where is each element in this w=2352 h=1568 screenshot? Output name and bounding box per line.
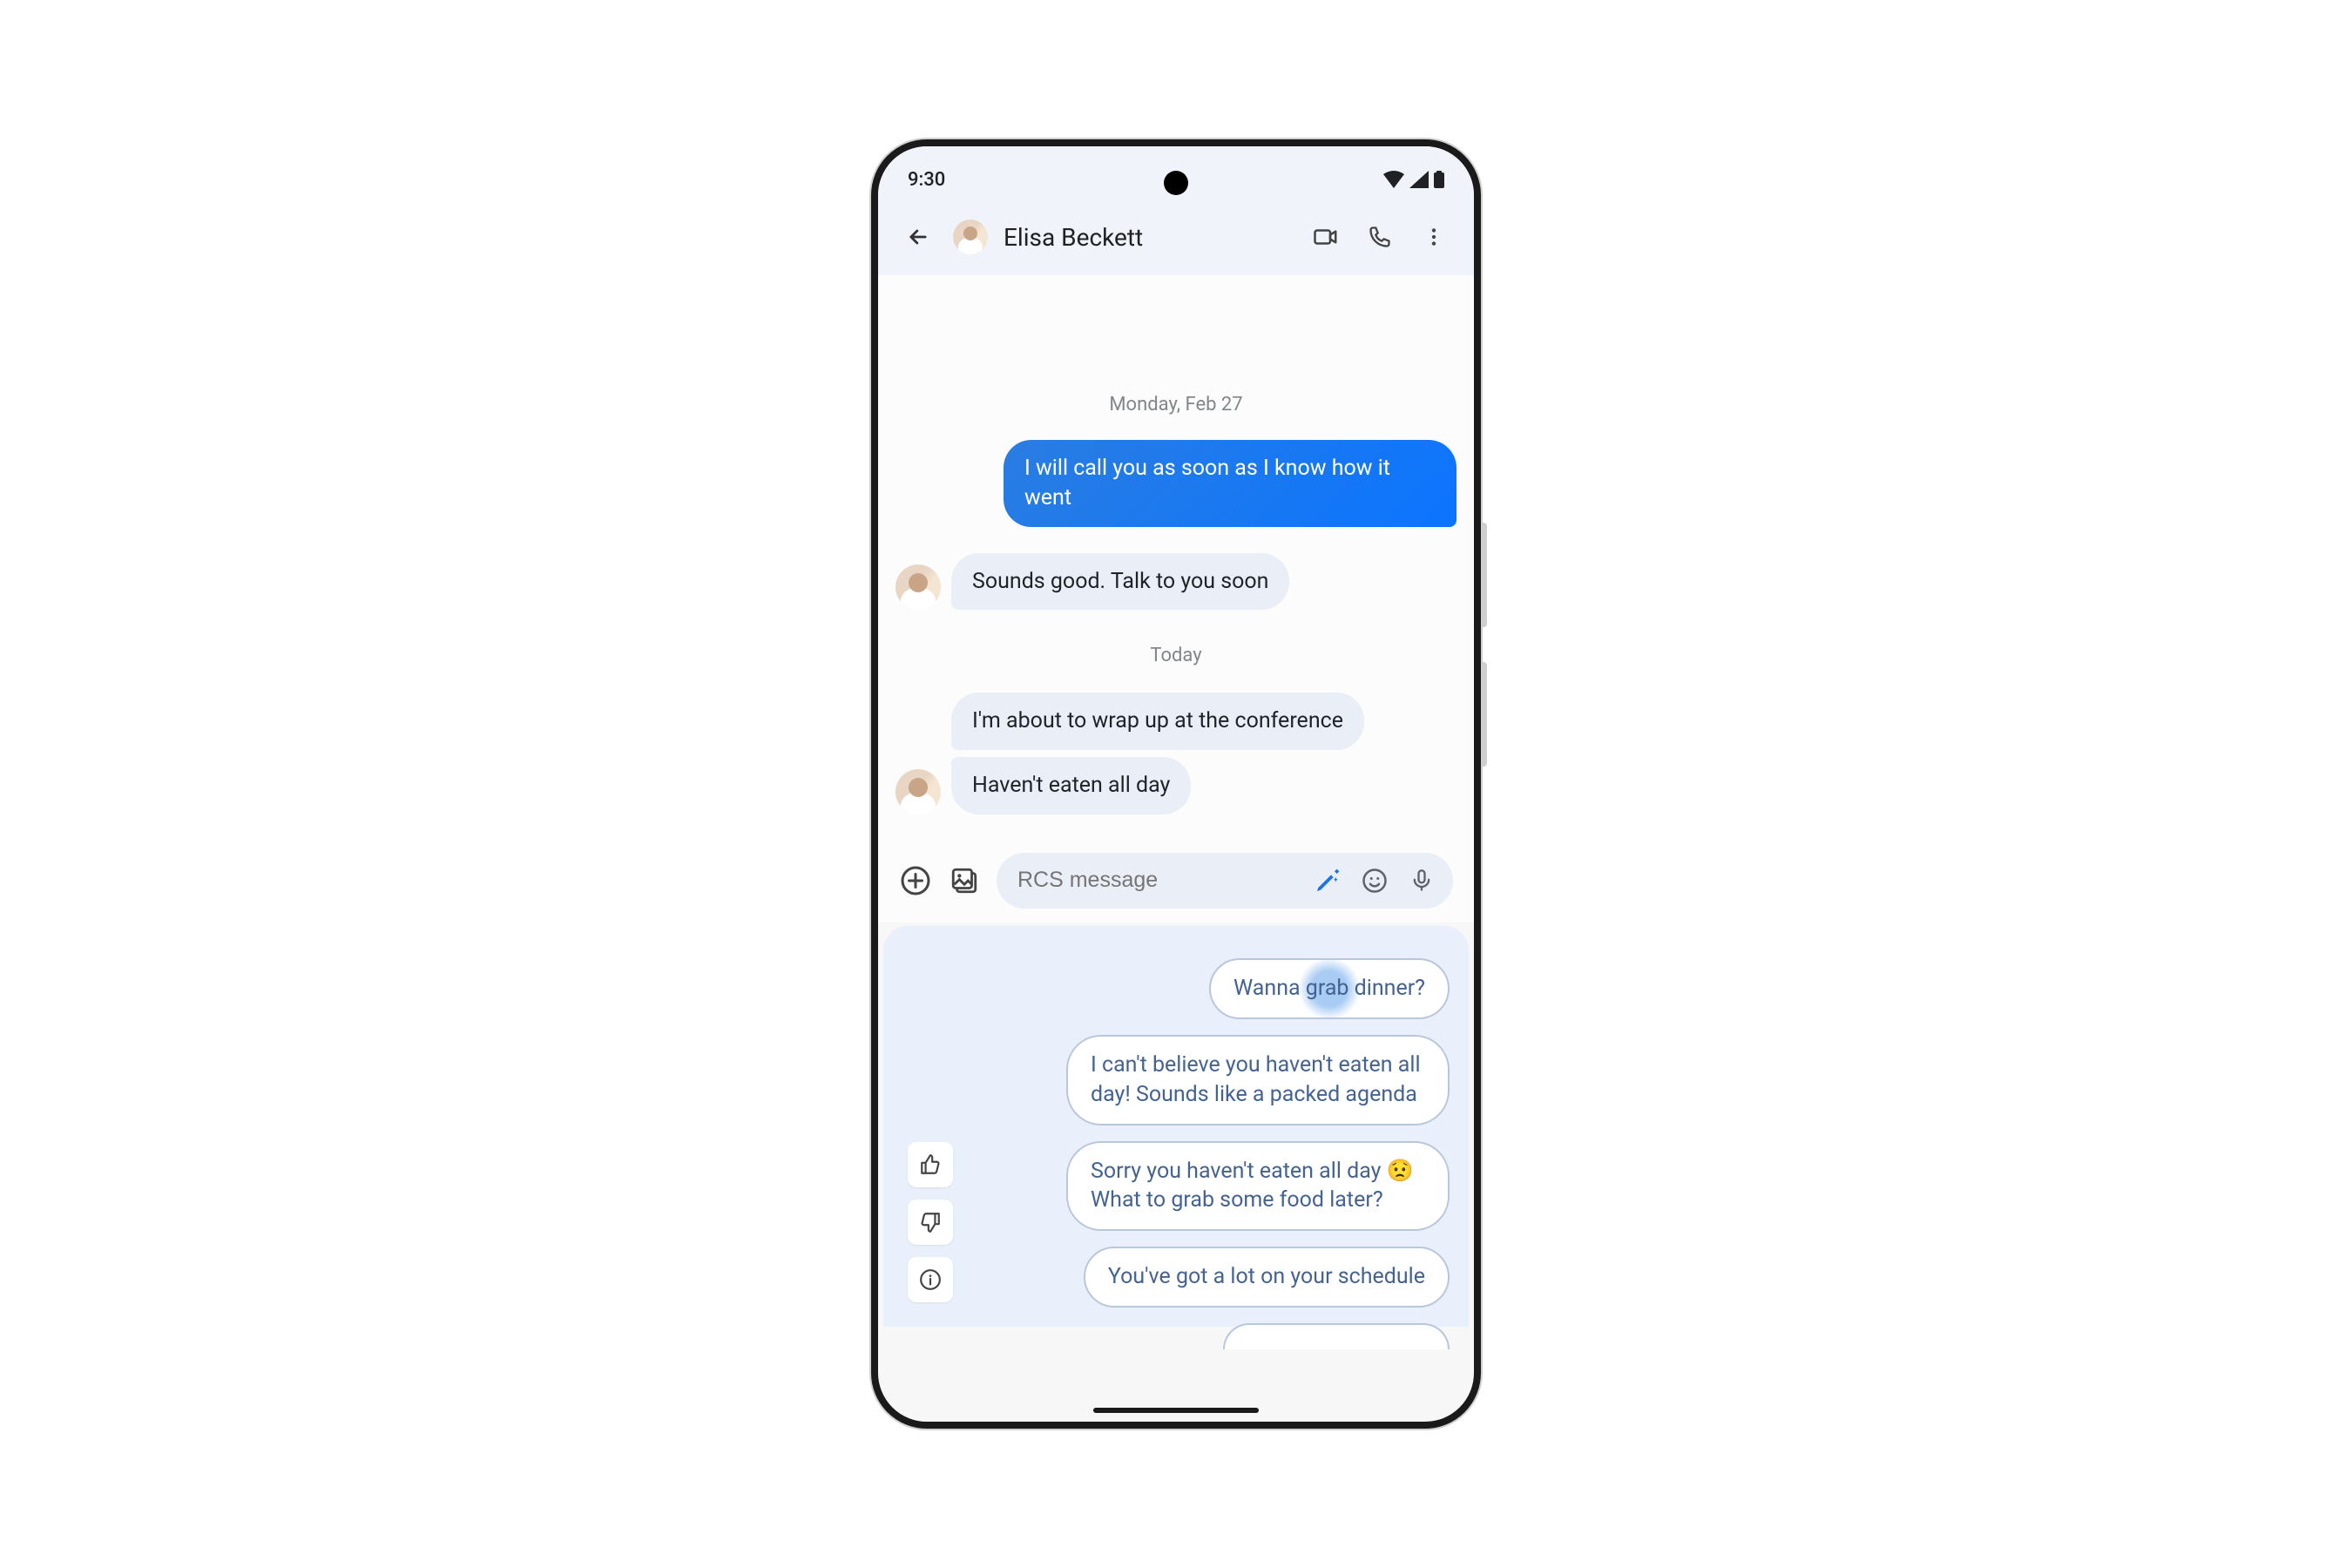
wifi-icon	[1383, 171, 1404, 188]
message-received-group: I'm about to wrap up at the conference H…	[896, 693, 1456, 814]
message-sent: I will call you as soon as I know how it…	[896, 440, 1456, 527]
suggestion-chip[interactable]: Wanna grab dinner?	[1209, 958, 1450, 1019]
more-vertical-icon	[1423, 226, 1445, 248]
add-attachment-button[interactable]	[899, 863, 932, 898]
message-bubble[interactable]: Haven't eaten all day	[951, 757, 1191, 814]
magic-compose-button[interactable]	[1310, 863, 1345, 898]
gallery-button[interactable]	[948, 863, 981, 898]
conversation-header: Elisa Beckett	[878, 199, 1474, 275]
plus-circle-icon	[900, 865, 931, 896]
emoji-icon	[1362, 868, 1388, 894]
status-time: 9:30	[908, 169, 945, 191]
arrow-left-icon	[906, 225, 930, 249]
thumbs-up-button[interactable]	[908, 1142, 953, 1187]
message-bubble[interactable]: I will call you as soon as I know how it…	[1004, 440, 1456, 527]
gallery-icon	[950, 866, 979, 896]
voice-call-button[interactable]	[1361, 218, 1399, 256]
suggestion-chip[interactable]: You've got a lot on your schedule	[1084, 1247, 1450, 1308]
contact-name[interactable]: Elisa Beckett	[1004, 223, 1291, 252]
info-button[interactable]	[908, 1257, 953, 1302]
sender-avatar[interactable]	[896, 564, 941, 610]
compose-bar	[878, 844, 1474, 923]
contact-avatar[interactable]	[953, 220, 988, 254]
thumbs-up-icon	[919, 1153, 942, 1176]
message-bubble[interactable]: I'm about to wrap up at the conference	[951, 693, 1364, 750]
feedback-column	[908, 1142, 953, 1302]
magic-compose-panel: Wanna grab dinner? I can't believe you h…	[883, 926, 1469, 1327]
thumbs-down-button[interactable]	[908, 1200, 953, 1245]
date-separator: Today	[896, 645, 1456, 666]
microphone-icon	[1409, 868, 1434, 893]
compose-pill	[997, 853, 1453, 909]
home-indicator[interactable]	[1093, 1408, 1259, 1413]
conversation-scroll[interactable]: Monday, Feb 27 I will call you as soon a…	[878, 275, 1474, 844]
video-icon	[1313, 224, 1339, 250]
status-icons	[1383, 171, 1444, 188]
suggestion-list: Wanna grab dinner? I can't believe you h…	[902, 958, 1450, 1306]
suggestion-chip-partial[interactable]	[1223, 1323, 1450, 1349]
phone-icon	[1368, 225, 1392, 249]
battery-icon	[1434, 171, 1444, 188]
signal-icon	[1409, 171, 1429, 188]
video-call-button[interactable]	[1307, 218, 1345, 256]
message-bubble[interactable]: Sounds good. Talk to you soon	[951, 553, 1289, 611]
back-button[interactable]	[899, 218, 937, 256]
emoji-button[interactable]	[1357, 863, 1392, 898]
date-separator: Monday, Feb 27	[896, 394, 1456, 416]
message-received: Sounds good. Talk to you soon	[896, 553, 1456, 611]
voice-message-button[interactable]	[1404, 863, 1439, 898]
sender-avatar[interactable]	[896, 769, 941, 814]
suggestion-chip[interactable]: Sorry you haven't eaten all day 😟 What t…	[1066, 1141, 1450, 1232]
volume-button[interactable]	[1481, 523, 1487, 627]
more-options-button[interactable]	[1415, 218, 1453, 256]
sparkle-pen-icon	[1314, 867, 1342, 895]
info-icon	[919, 1268, 942, 1291]
message-input[interactable]	[1017, 868, 1298, 893]
camera-hole	[1164, 171, 1188, 195]
power-button[interactable]	[1481, 662, 1487, 767]
suggestion-chip[interactable]: I can't believe you haven't eaten all da…	[1066, 1035, 1450, 1125]
thumbs-down-icon	[919, 1211, 942, 1233]
phone-frame: 9:30 Elisa Beckett Monday, Feb 27 I will…	[871, 139, 1481, 1429]
